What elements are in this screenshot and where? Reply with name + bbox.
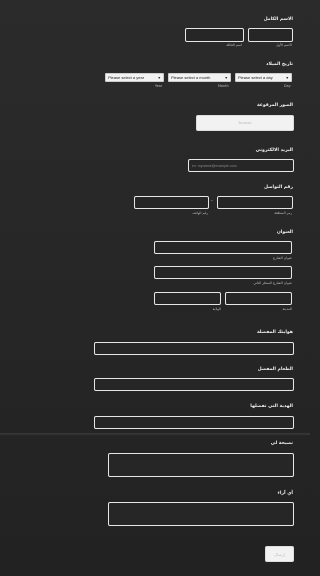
state-sublabel: الولاية bbox=[212, 307, 221, 311]
year-select[interactable]: Please select a year ▼ bbox=[105, 73, 164, 82]
browse-button[interactable]: Browse bbox=[196, 115, 294, 131]
gift-input[interactable] bbox=[94, 416, 294, 429]
area-code-sublabel: رمز المنطقة bbox=[274, 211, 292, 215]
day-select[interactable]: Please select a day ▼ bbox=[235, 73, 292, 82]
area-code-input[interactable] bbox=[217, 196, 293, 209]
uploads-label: الصور المرفوعة bbox=[257, 103, 293, 108]
birth-date-label: تاريخ الميلاد bbox=[266, 62, 293, 67]
gift-label: الهدية التي تفضلها bbox=[250, 404, 293, 409]
last-name-input[interactable] bbox=[185, 28, 244, 42]
phone-label: رقم التواصل bbox=[263, 185, 293, 190]
phone-dash: - bbox=[211, 198, 213, 204]
first-name-input[interactable] bbox=[248, 28, 293, 42]
street-sublabel: عنوان الشارع bbox=[272, 256, 292, 260]
address-label: العنوان bbox=[276, 230, 293, 235]
year-select-value: Please select a year bbox=[108, 74, 145, 80]
city-sublabel: المدينة bbox=[282, 307, 293, 311]
street-input[interactable] bbox=[154, 241, 292, 254]
phone-number-input[interactable] bbox=[134, 196, 209, 209]
hobby-input[interactable] bbox=[94, 342, 294, 355]
chevron-down-icon: ▼ bbox=[285, 75, 289, 80]
chevron-down-icon: ▼ bbox=[157, 75, 161, 80]
opinion-textarea[interactable] bbox=[108, 502, 294, 526]
first-name-sublabel: الاسم الأول bbox=[275, 43, 292, 47]
state-input[interactable] bbox=[154, 292, 221, 305]
hobby-label: هوايتك المفضلة bbox=[257, 330, 293, 335]
food-label: الطعام المفضل bbox=[257, 367, 293, 372]
food-input[interactable] bbox=[94, 378, 294, 391]
advice-textarea[interactable] bbox=[108, 453, 294, 477]
email-label: البريد الالكتروني bbox=[255, 148, 293, 153]
year-sublabel: Year bbox=[155, 84, 163, 88]
street2-sublabel: عنوان الشارع السطر الثاني bbox=[253, 281, 292, 285]
opinion-label: أي آراء bbox=[277, 491, 293, 496]
submit-button[interactable]: إرسال bbox=[265, 546, 294, 562]
full-name-label: الاسم الكامل bbox=[263, 17, 293, 22]
section-divider bbox=[0, 433, 310, 437]
street2-input[interactable] bbox=[154, 266, 292, 279]
day-select-value: Please select a day bbox=[238, 74, 273, 80]
day-sublabel: Day bbox=[284, 84, 291, 88]
phone-number-sublabel: رقم الهاتف bbox=[192, 211, 208, 215]
advice-label: نصيحة لي bbox=[270, 441, 293, 446]
month-select-value: Please select a month bbox=[171, 74, 211, 80]
email-input[interactable]: ex: myname@example.com bbox=[188, 159, 294, 172]
chevron-down-icon: ▼ bbox=[224, 75, 228, 80]
month-sublabel: Month bbox=[218, 84, 229, 88]
month-select[interactable]: Please select a month ▼ bbox=[168, 73, 231, 82]
last-name-sublabel: اسم العائلة bbox=[226, 43, 242, 47]
city-input[interactable] bbox=[225, 292, 292, 305]
